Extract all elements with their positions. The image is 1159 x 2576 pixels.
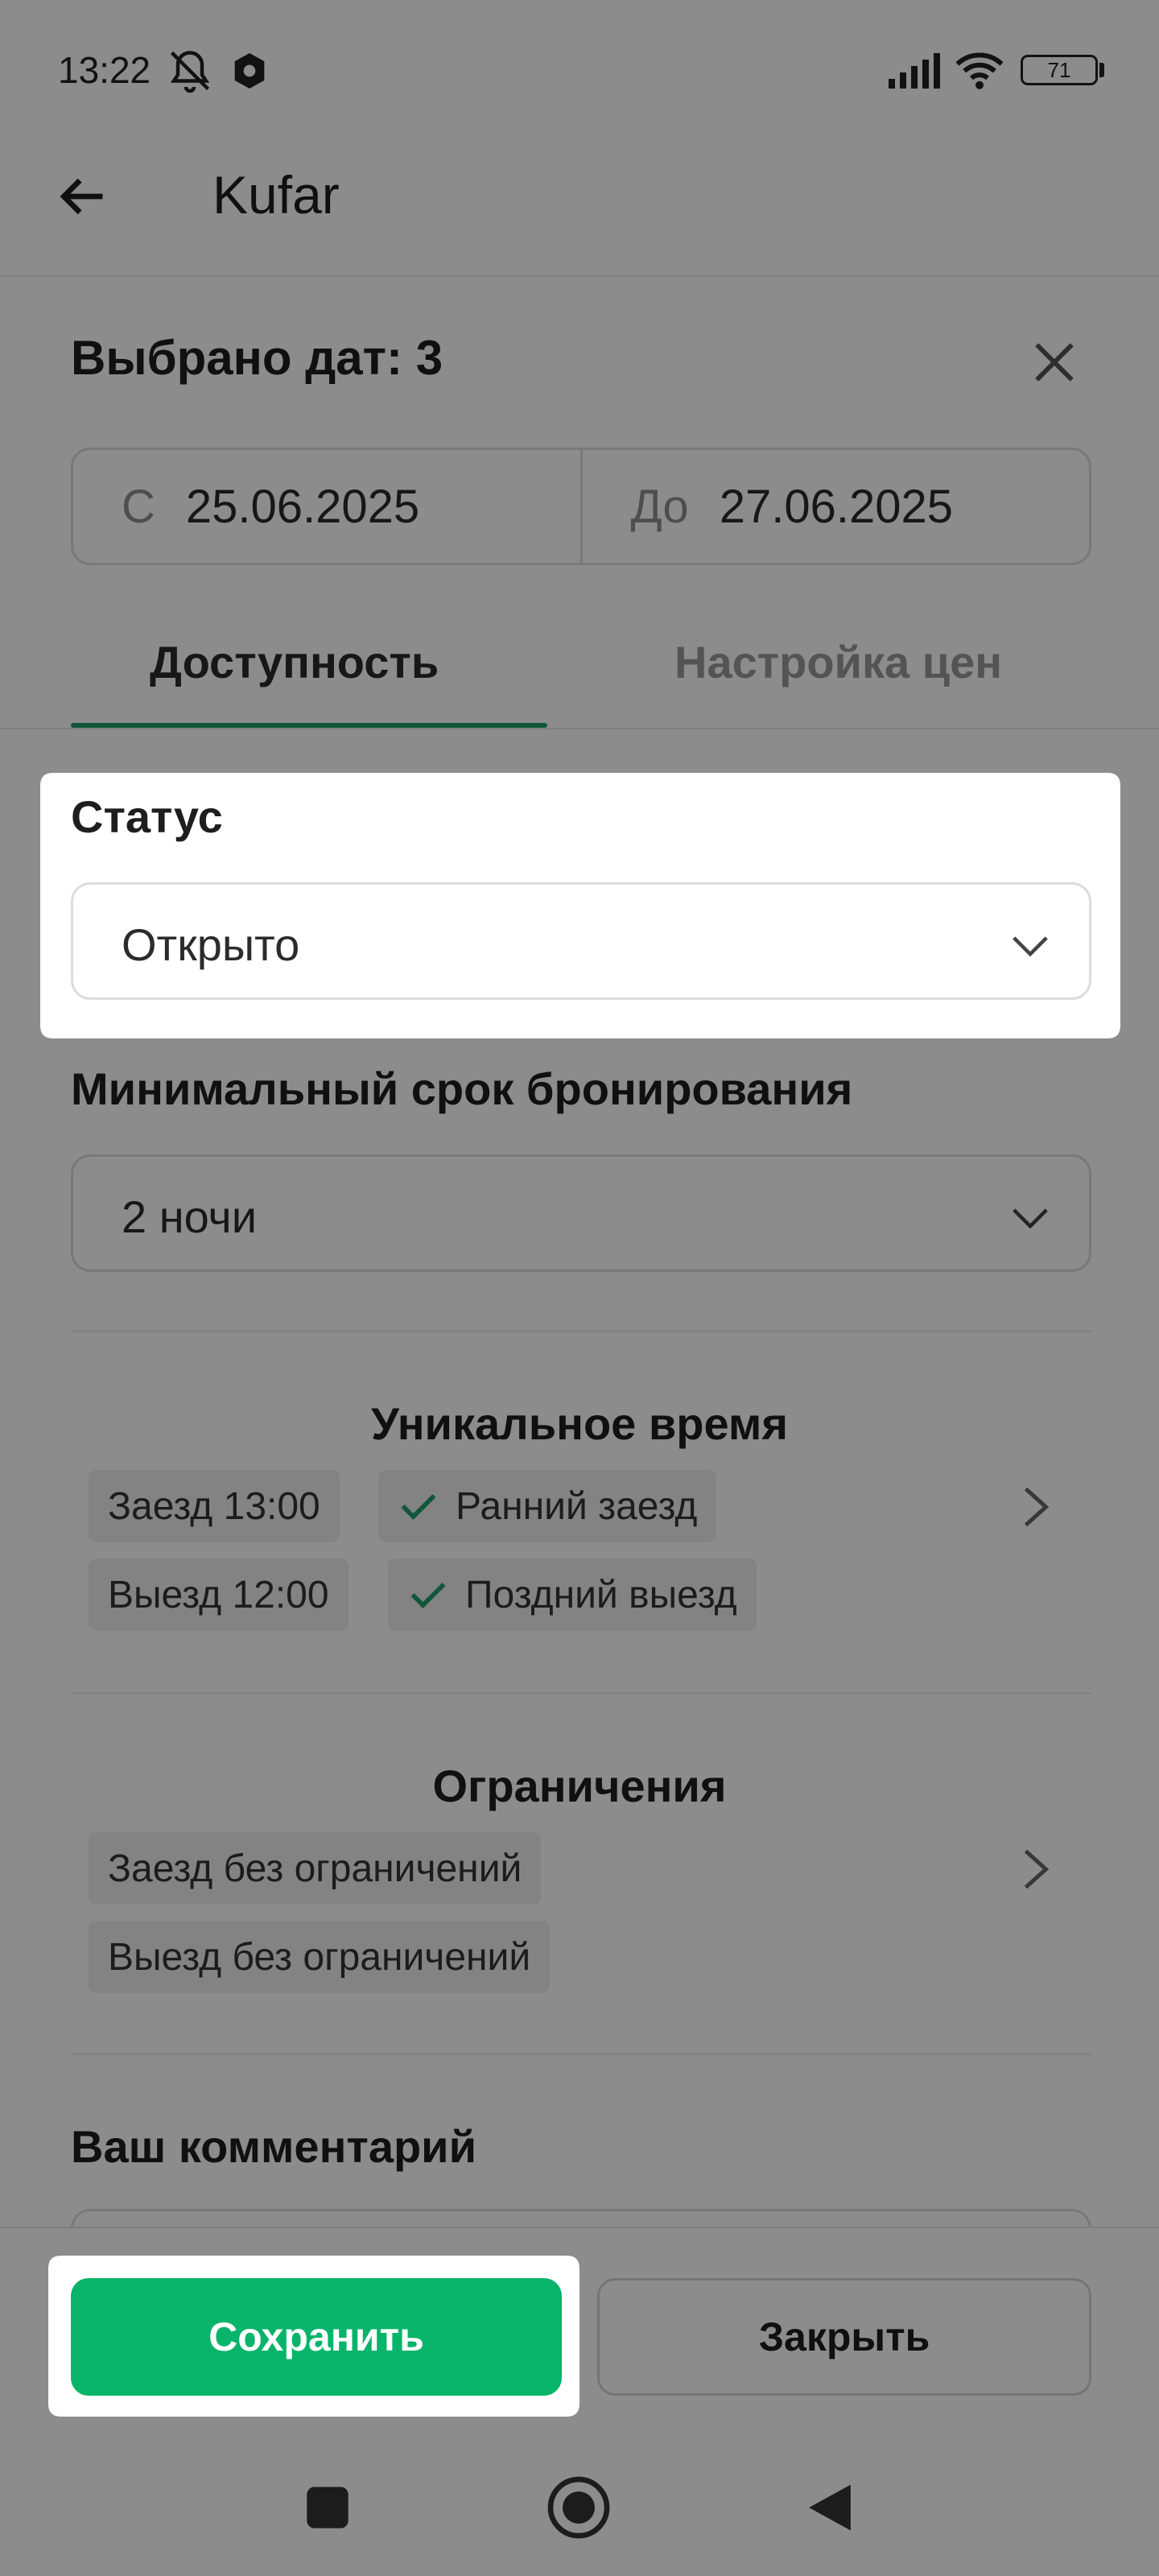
tab-price-settings[interactable]: Настройка цен [674,636,1002,688]
checkin-restriction-text: Заезд без ограничений [108,1847,522,1890]
checkin-restriction-chip: Заезд без ограничений [89,1832,542,1905]
divider [71,2053,1091,2055]
restrictions-title: Ограничения [432,1761,727,1811]
screen: 13:22 71 Kufar Выбрано дат: 3 С 25.06.20… [0,0,1159,2576]
tab-availability[interactable]: Доступность [150,636,439,688]
arrow-left-icon [60,178,103,215]
close-button[interactable]: Закрыть [597,2278,1091,2396]
checkin-time-text: Заезд 13:00 [108,1484,320,1528]
unique-time-title: Уникальное время [371,1398,788,1449]
status-bar: 13:22 71 [0,0,1159,142]
system-nav-bar [0,2439,1159,2576]
check-icon [410,1583,446,1608]
app-title: Kufar [212,165,340,225]
triangle-back-icon [809,2484,851,2531]
checkout-restriction-text: Выезд без ограничений [108,1935,531,1979]
early-checkin-text: Ранний заезд [456,1484,698,1528]
checkout-time-chip: Выезд 12:00 [89,1558,349,1631]
check-icon [401,1494,436,1520]
checkout-restriction-chip: Выезд без ограничений [89,1921,551,1993]
date-range: С 25.06.2025 До 27.06.2025 [71,448,1091,565]
silent-bell-icon [170,51,210,93]
date-to-value: 27.06.2025 [719,480,953,533]
sheet-title: Выбрано дат: 3 [71,331,443,385]
date-to-prefix: До [630,480,689,533]
late-checkout-text: Поздний выезд [465,1573,737,1616]
late-checkout-chip: Поздний выезд [388,1558,757,1631]
close-icon [1035,343,1074,382]
dim-overlay [0,0,1159,2576]
battery-tip [1099,63,1104,77]
chevron-down-icon [1013,1208,1048,1229]
recents-button[interactable] [291,2471,364,2544]
comment-label: Ваш комментарий [71,2121,477,2172]
home-button[interactable] [542,2471,615,2544]
min-stay-value: 2 ночи [122,1191,257,1242]
checkout-time-text: Выезд 12:00 [108,1573,329,1616]
min-stay-select[interactable]: 2 ночи [71,1154,1091,1272]
signal-icon [889,53,940,89]
divider [71,1692,1091,1695]
status-label: Статус [71,791,223,842]
action-bar: Сохранить Закрыть [0,2227,1159,2439]
status-time: 13:22 [58,49,151,91]
battery-icon: 71 [1021,55,1098,85]
status-select[interactable]: Открыто [71,882,1091,1000]
circle-icon [547,2476,610,2539]
app-bar: Kufar [0,142,1159,277]
date-from-value: 25.06.2025 [185,480,420,533]
min-stay-label: Минимальный срок бронирования [71,1063,853,1114]
checkin-time-chip: Заезд 13:00 [89,1470,340,1542]
chevron-right-icon [1024,1487,1050,1527]
tab-indicator [71,723,547,728]
close-sheet-button[interactable] [1022,330,1087,394]
save-button[interactable]: Сохранить [71,2278,562,2396]
square-icon [307,2487,349,2529]
wifi-icon [955,52,1004,89]
chevron-down-icon [1013,936,1048,957]
back-button[interactable] [48,163,116,230]
date-from-field[interactable]: С 25.06.2025 [73,450,580,563]
date-from-prefix: С [122,480,155,533]
divider [71,1330,1091,1332]
status-value: Открыто [122,919,300,970]
vpn-shield-icon [234,53,265,89]
date-to-field[interactable]: До 27.06.2025 [580,450,1090,563]
tab-bar: Доступность Настройка цен [0,613,1159,729]
chevron-right-icon [1024,1849,1050,1889]
early-checkin-chip: Ранний заезд [378,1470,717,1542]
back-nav-button[interactable] [794,2471,866,2544]
battery-level: 71 [1047,57,1071,82]
